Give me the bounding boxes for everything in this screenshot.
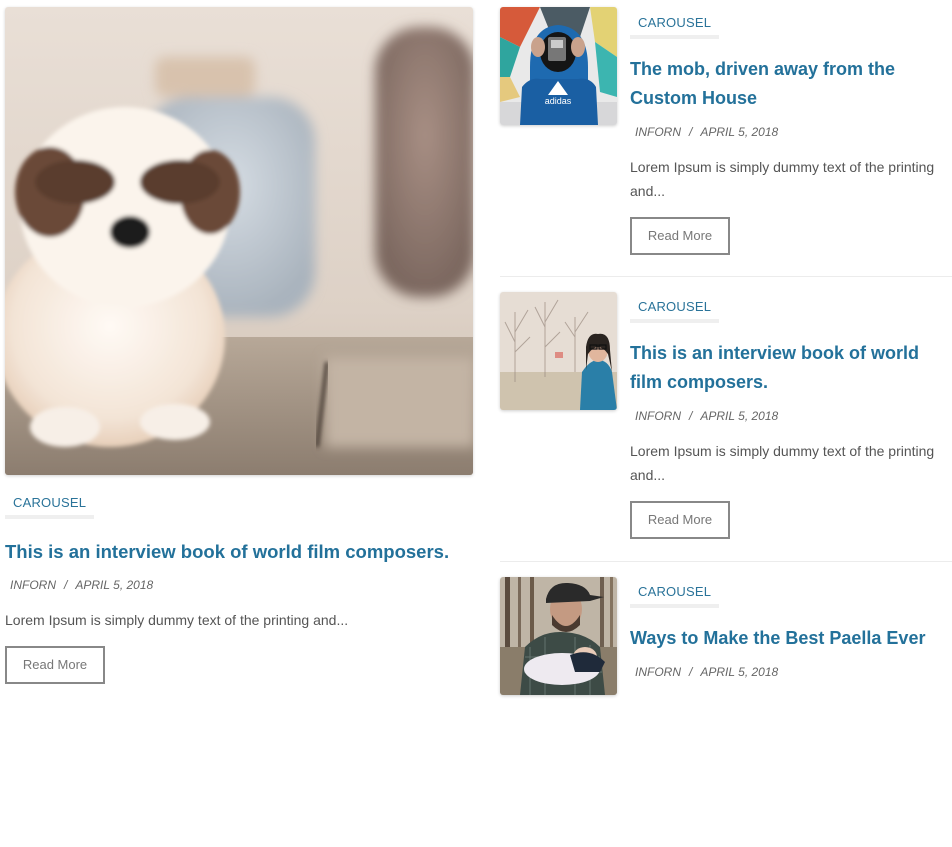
meta-separator: / xyxy=(689,665,693,679)
post-author[interactable]: INFORN xyxy=(635,125,681,139)
post-thumbnail[interactable] xyxy=(500,577,617,695)
post-excerpt: Lorem Ipsum is simply dummy text of the … xyxy=(630,443,935,483)
post-date[interactable]: APRIL 5, 2018 xyxy=(700,665,778,679)
list-item: adidas CAROUSEL The mob, driven away fro… xyxy=(500,0,952,277)
post-thumbnail[interactable] xyxy=(500,292,617,410)
featured-post: CAROUSEL This is an interview book of wo… xyxy=(5,7,473,684)
post-author[interactable]: INFORN xyxy=(10,578,56,592)
post-body: CAROUSEL The mob, driven away from the C… xyxy=(630,12,952,255)
post-date[interactable]: APRIL 5, 2018 xyxy=(75,578,153,592)
post-title[interactable]: Ways to Make the Best Paella Ever xyxy=(630,624,952,653)
hoodie-photo: adidas xyxy=(500,7,617,125)
woman-in-park-photo xyxy=(500,292,617,410)
post-author[interactable]: INFORN xyxy=(635,665,681,679)
post-excerpt: Lorem Ipsum is simply dummy text of the … xyxy=(630,159,935,199)
post-body: CAROUSEL This is an interview book of wo… xyxy=(630,296,952,539)
meta-separator: / xyxy=(689,125,693,139)
svg-text:adidas: adidas xyxy=(545,96,572,106)
read-more-button[interactable]: Read More xyxy=(630,501,730,539)
post-thumbnail[interactable]: adidas xyxy=(500,7,617,125)
puppy-photo xyxy=(5,7,473,475)
post-author[interactable]: INFORN xyxy=(635,409,681,423)
post-meta: INFORN / APRIL 5, 2018 xyxy=(5,578,473,592)
category-tag[interactable]: CAROUSEL xyxy=(630,584,720,608)
post-title[interactable]: This is an interview book of world film … xyxy=(630,339,952,397)
meta-separator: / xyxy=(64,578,68,592)
category-tag[interactable]: CAROUSEL xyxy=(630,15,720,39)
list-item: CAROUSEL This is an interview book of wo… xyxy=(500,277,952,562)
read-more-button[interactable]: Read More xyxy=(5,646,105,684)
list-item: CAROUSEL Ways to Make the Best Paella Ev… xyxy=(500,562,952,847)
post-excerpt: Lorem Ipsum is simply dummy text of the … xyxy=(5,612,349,628)
post-list: adidas CAROUSEL The mob, driven away fro… xyxy=(500,0,952,847)
post-meta: INFORN / APRIL 5, 2018 xyxy=(630,125,952,139)
man-with-baby-photo xyxy=(500,577,617,695)
post-date[interactable]: APRIL 5, 2018 xyxy=(700,409,778,423)
post-meta: INFORN / APRIL 5, 2018 xyxy=(630,409,952,423)
post-title[interactable]: The mob, driven away from the Custom Hou… xyxy=(630,55,952,113)
post-date[interactable]: APRIL 5, 2018 xyxy=(700,125,778,139)
featured-image[interactable] xyxy=(5,7,473,475)
category-tag[interactable]: CAROUSEL xyxy=(630,299,720,323)
post-body: CAROUSEL Ways to Make the Best Paella Ev… xyxy=(630,581,952,679)
category-tag[interactable]: CAROUSEL xyxy=(5,495,95,519)
post-meta: INFORN / APRIL 5, 2018 xyxy=(630,665,952,679)
post-title[interactable]: This is an interview book of world film … xyxy=(5,537,473,566)
meta-separator: / xyxy=(689,409,693,423)
read-more-button[interactable]: Read More xyxy=(630,217,730,255)
